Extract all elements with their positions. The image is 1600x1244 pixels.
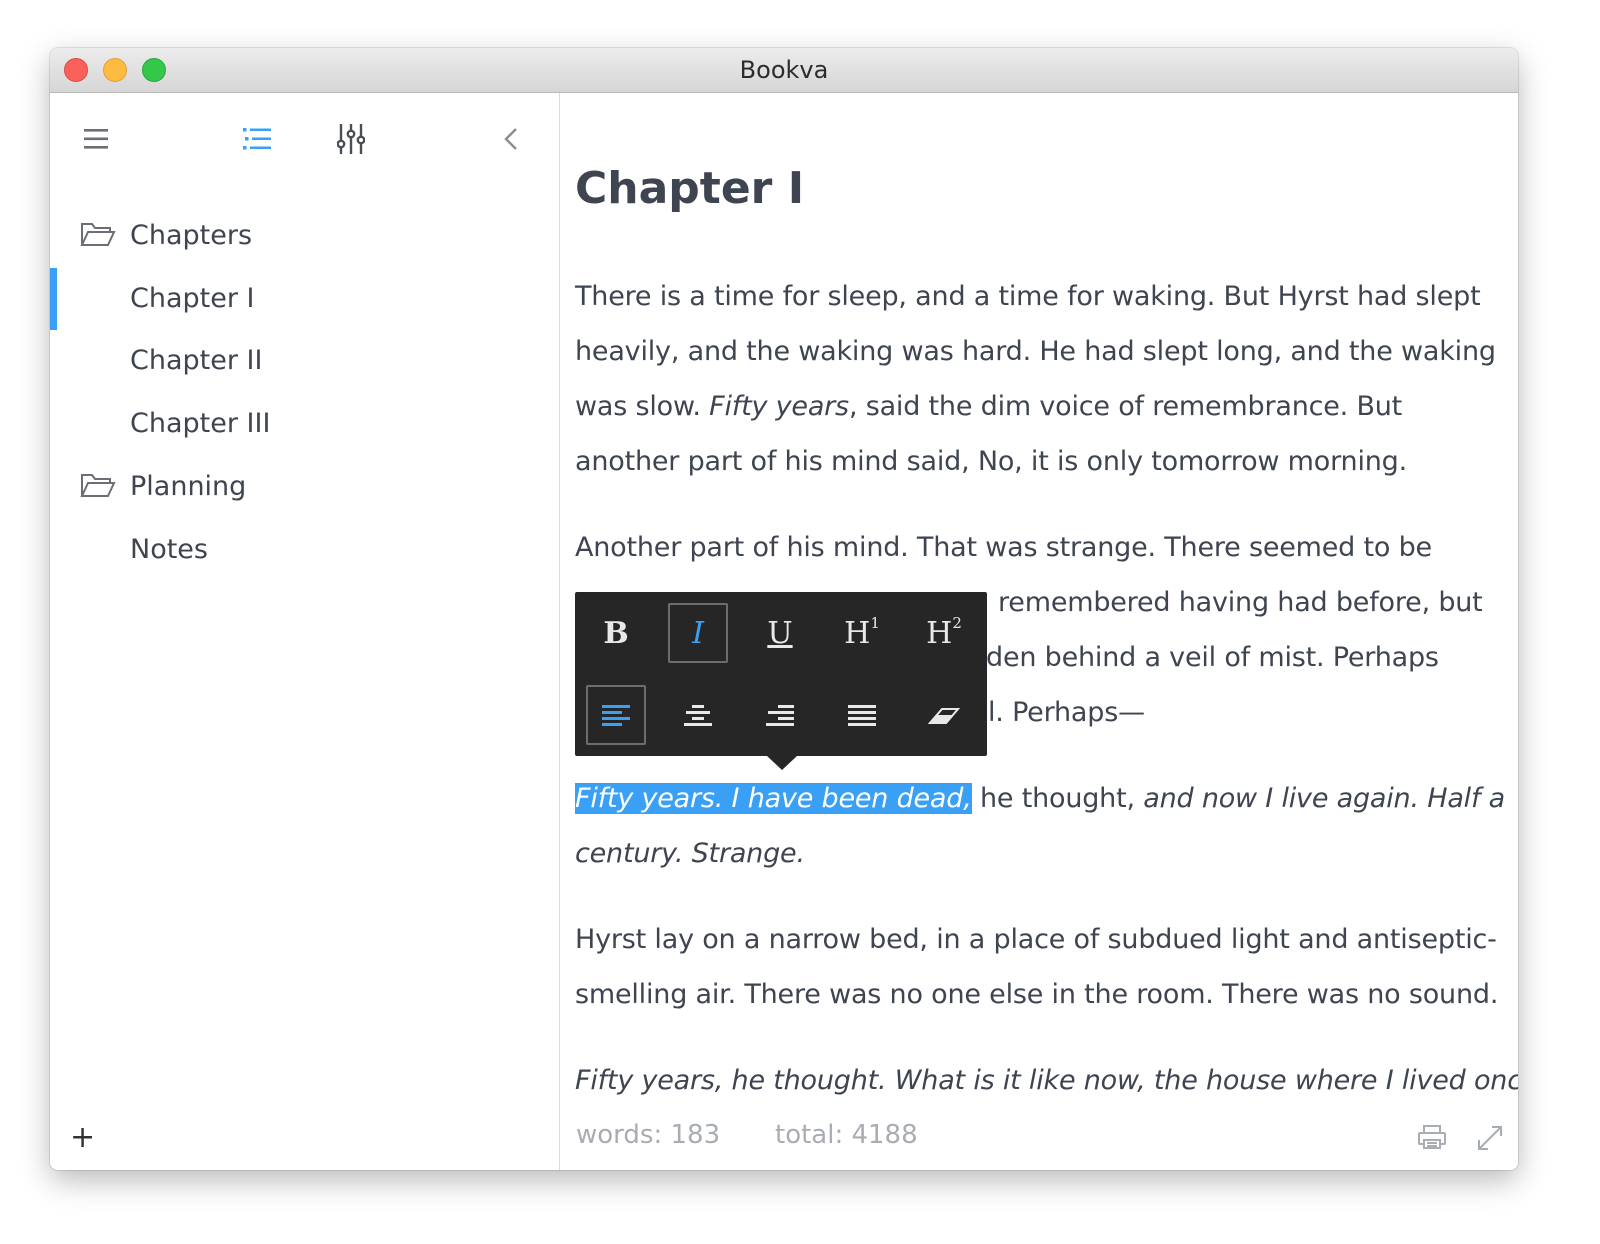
hamburger-menu-icon[interactable] xyxy=(80,123,112,155)
clear-format-button[interactable] xyxy=(914,685,974,745)
paragraph-3[interactable]: Fifty years. I have been dead, he though… xyxy=(575,771,1510,881)
tree-folder-label: Chapters xyxy=(130,220,253,251)
tree-item-label: Notes xyxy=(130,534,208,565)
app-window: Bookva Chapters Chapter I Chapter II Cha… xyxy=(50,48,1518,1170)
tree-item-chapter-3[interactable]: Chapter III xyxy=(50,393,559,455)
toolbar-pointer xyxy=(767,756,797,770)
align-justify-button[interactable] xyxy=(832,685,892,745)
chevron-left-icon[interactable] xyxy=(496,123,526,155)
word-count: words: 183 xyxy=(576,1120,721,1150)
chapter-heading[interactable]: Chapter I xyxy=(575,163,804,214)
italic-run: Fifty years, he thought. What is it like… xyxy=(575,1065,1518,1096)
tree-item-label: Chapter III xyxy=(130,408,271,439)
underline-icon: U xyxy=(767,615,793,651)
tree-folder-label: Planning xyxy=(130,471,247,502)
window-title: Bookva xyxy=(739,56,829,84)
bold-button[interactable]: B xyxy=(586,603,646,663)
align-right-button[interactable] xyxy=(750,685,810,745)
sidebar: Chapters Chapter I Chapter II Chapter II… xyxy=(50,93,560,1170)
tree-folder-chapters[interactable]: Chapters xyxy=(50,205,559,267)
text-run: he thought, xyxy=(971,783,1144,814)
add-item-button[interactable]: + xyxy=(70,1123,95,1153)
tree-item-chapter-2[interactable]: Chapter II xyxy=(50,330,559,392)
tree-item-label: Chapter II xyxy=(130,345,263,376)
tree-folder-planning[interactable]: Planning xyxy=(50,456,559,518)
heading1-button[interactable]: H1 xyxy=(832,603,892,663)
title-bar: Bookva xyxy=(50,48,1518,93)
text-line: den behind a veil of mist. Perhaps xyxy=(986,642,1439,673)
sliders-icon[interactable] xyxy=(334,123,368,155)
selected-text[interactable]: Fifty years. I have been dead, xyxy=(575,783,972,814)
folder-open-icon xyxy=(80,472,116,504)
paragraph-4[interactable]: Hyrst lay on a narrow bed, in a place of… xyxy=(575,912,1510,1022)
align-center-button[interactable] xyxy=(668,685,728,745)
align-left-button[interactable] xyxy=(586,685,646,745)
italic-run: Fifty years xyxy=(709,391,849,422)
folder-open-icon xyxy=(80,221,116,253)
paragraph-1[interactable]: There is a time for sleep, and a time fo… xyxy=(575,269,1510,489)
bold-icon: B xyxy=(603,615,629,651)
tree-item-notes[interactable]: Notes xyxy=(50,519,559,581)
text-line: Another part of his mind. That was stran… xyxy=(575,532,1432,563)
text-line: remembered having had before, but xyxy=(998,587,1483,618)
status-bar: words: 183 total: 4188 xyxy=(560,1110,1518,1170)
eraser-icon xyxy=(928,708,960,724)
align-center-icon xyxy=(684,705,712,726)
expand-icon[interactable] xyxy=(1476,1124,1504,1156)
align-left-icon xyxy=(602,705,630,726)
tree-item-label: Chapter I xyxy=(130,283,255,314)
format-toolbar: B I U H1 H2 xyxy=(575,592,987,770)
active-indicator xyxy=(50,268,57,330)
total-count: total: 4188 xyxy=(775,1120,918,1150)
align-justify-icon xyxy=(848,705,876,726)
italic-icon: I xyxy=(692,615,704,651)
tree-item-chapter-1[interactable]: Chapter I xyxy=(50,268,559,330)
text-line: l. Perhaps— xyxy=(988,697,1145,728)
align-right-icon xyxy=(766,705,794,726)
italic-button[interactable]: I xyxy=(668,603,728,663)
list-icon[interactable] xyxy=(240,123,274,155)
heading2-icon: H2 xyxy=(926,613,962,651)
underline-button[interactable]: U xyxy=(750,603,810,663)
printer-icon[interactable] xyxy=(1417,1124,1447,1154)
heading2-button[interactable]: H2 xyxy=(914,603,974,663)
paragraph-5[interactable]: Fifty years, he thought. What is it like… xyxy=(575,1053,1518,1108)
heading1-icon: H1 xyxy=(844,613,880,651)
